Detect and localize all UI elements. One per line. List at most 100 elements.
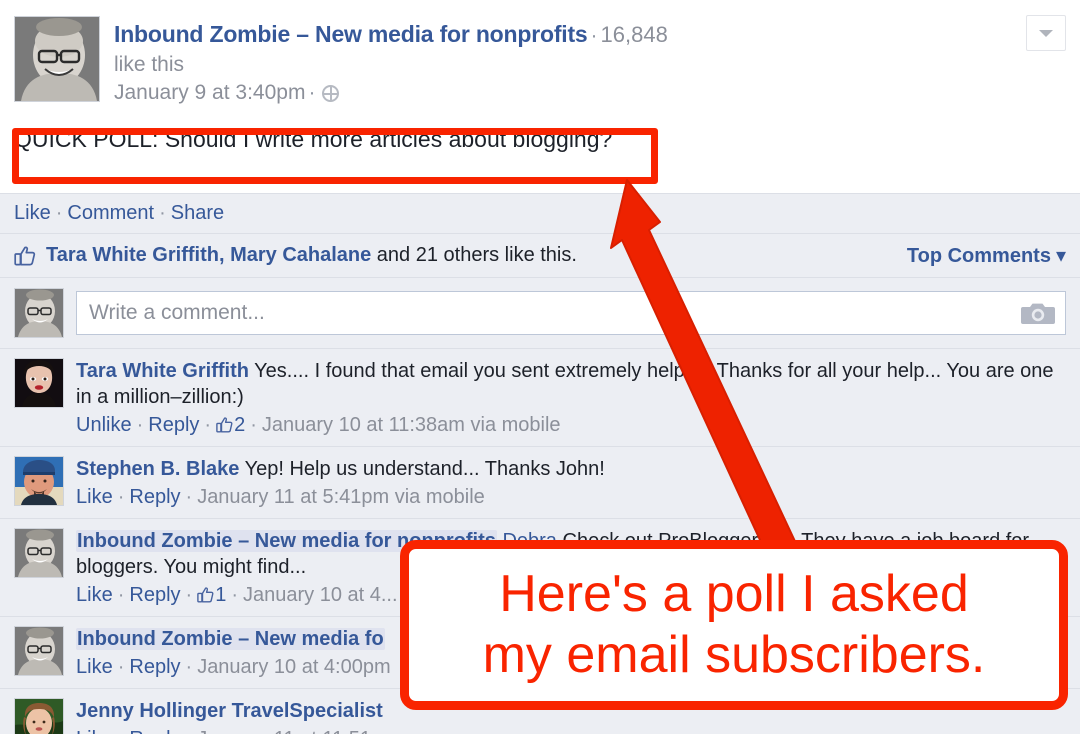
likes-names: Tara White Griffith, Mary Cahalane and 2… bbox=[46, 244, 907, 267]
comment-item: Jenny Hollinger TravelSpecialist Like·Re… bbox=[0, 688, 1080, 734]
avatar[interactable] bbox=[14, 626, 64, 677]
post-title-line: Inbound Zombie – New media for nonprofit… bbox=[114, 19, 1066, 50]
avatar[interactable] bbox=[14, 16, 100, 102]
meta-separator-2: · bbox=[185, 486, 193, 509]
meta-separator-1: · bbox=[117, 656, 125, 679]
comment-author[interactable]: Stephen B. Blake bbox=[76, 458, 239, 480]
meta-separator-2: · bbox=[185, 584, 193, 607]
comment-meta: Like·Reply·January 11 at 11:51am bbox=[76, 726, 1066, 734]
chevron-down-icon: ▾ bbox=[1055, 245, 1066, 268]
comment-reply-button[interactable]: Reply bbox=[129, 486, 180, 508]
comment-reply-button[interactable]: Reply bbox=[148, 414, 199, 436]
comment-like-button[interactable]: Like bbox=[76, 728, 113, 734]
meta-separator-1: · bbox=[113, 728, 130, 734]
comment-text-line: Jenny Hollinger TravelSpecialist bbox=[76, 698, 1066, 724]
post-like-button[interactable]: Like bbox=[14, 202, 51, 224]
facebook-post-screenshot: Inbound Zombie – New media for nonprofit… bbox=[0, 0, 1080, 734]
comment-text: Yep! Help us understand... Thanks John! bbox=[244, 458, 605, 481]
post-share-button[interactable]: Share bbox=[171, 202, 224, 224]
comment-mention[interactable]: Debra bbox=[502, 530, 556, 552]
timestamp-separator: · bbox=[308, 81, 316, 105]
avatar[interactable] bbox=[14, 528, 64, 579]
comment-reply-button[interactable]: Reply bbox=[129, 728, 180, 734]
profile-photo-commenter bbox=[15, 457, 63, 506]
avatar[interactable] bbox=[14, 358, 64, 409]
profile-photo-commenter bbox=[15, 699, 63, 734]
comment-meta: Like · Reply · 1 · January 10 at 4... bbox=[76, 582, 1066, 608]
comment-sort-label: Top Comments bbox=[906, 245, 1051, 268]
comment-reply-button[interactable]: Reply bbox=[129, 656, 180, 678]
meta-separator-3: · bbox=[250, 414, 257, 437]
comment-like-button[interactable]: Unlike bbox=[76, 414, 132, 436]
chevron-down-icon bbox=[1039, 29, 1053, 37]
post-timestamp-line: January 9 at 3:40pm · bbox=[114, 79, 1066, 107]
meta-separator-1: · bbox=[136, 414, 144, 437]
post-options-button[interactable] bbox=[1026, 15, 1066, 51]
comment-item: Tara White Griffith Yes.... I found that… bbox=[0, 348, 1080, 447]
meta-separator-2: · bbox=[185, 656, 193, 679]
comment-like-button[interactable]: Like bbox=[76, 656, 113, 678]
page-name-link[interactable]: Inbound Zombie – New media for nonprofit… bbox=[114, 21, 588, 47]
comment-content: Inbound Zombie – New media fo Like · Reply… bbox=[76, 626, 1066, 680]
comment-item: Stephen B. Blake Yep! Help us understand… bbox=[0, 446, 1080, 519]
thumbs-up-icon bbox=[216, 414, 233, 433]
comment-author[interactable]: Inbound Zombie – New media for nonprofit… bbox=[76, 530, 497, 553]
comment-item: Inbound Zombie – New media for nonprofit… bbox=[0, 518, 1080, 617]
globe-icon bbox=[322, 85, 340, 103]
comment-author[interactable]: Jenny Hollinger TravelSpecialist bbox=[76, 700, 383, 722]
comment-input-wrapper[interactable]: Write a comment... bbox=[76, 291, 1066, 336]
post-action-row: Like · Comment · Share bbox=[0, 193, 1080, 234]
comment-content: Jenny Hollinger TravelSpecialist Like·Re… bbox=[76, 698, 1066, 734]
thumbs-up-icon bbox=[14, 246, 36, 266]
comment-sort-selector[interactable]: Top Comments ▾ bbox=[907, 243, 1066, 268]
likes-tail: and 21 others like this. bbox=[371, 244, 577, 267]
comment-text-line: Tara White Griffith Yes.... I found that… bbox=[76, 358, 1066, 410]
comment-text-line: Inbound Zombie – New media fo bbox=[76, 626, 1066, 652]
action-separator-2: · bbox=[159, 202, 166, 225]
comment-input[interactable]: Write a comment... bbox=[77, 301, 1021, 325]
meta-separator-1: · bbox=[117, 584, 125, 607]
comment-meta: Like · Reply · January 10 at 4:00pm bbox=[76, 654, 1066, 680]
title-separator: · bbox=[590, 24, 598, 47]
comment-meta: Like · Reply · January 11 at 5:41pm via mobi… bbox=[76, 484, 1066, 510]
likes-summary-row: Tara White Griffith, Mary Cahalane and 2… bbox=[0, 233, 1080, 278]
comment-reply-button[interactable]: Reply bbox=[129, 584, 180, 606]
meta-separator-2: · bbox=[204, 414, 212, 437]
comment-timestamp[interactable]: January 11 at 5:41pm via mobile bbox=[197, 486, 485, 508]
post-header-text: Inbound Zombie – New media for nonprofit… bbox=[114, 16, 1066, 107]
comment-like-count: 1 bbox=[215, 584, 227, 607]
comment-composer-row: Write a comment... bbox=[0, 277, 1080, 349]
avatar[interactable] bbox=[14, 288, 64, 339]
profile-photo-self bbox=[15, 289, 63, 338]
action-separator-1: · bbox=[55, 202, 63, 225]
likes-name-list[interactable]: Tara White Griffith, Mary Cahalane bbox=[46, 244, 371, 266]
avatar[interactable] bbox=[14, 456, 64, 507]
profile-photo-page bbox=[15, 17, 99, 101]
meta-separator-1: · bbox=[117, 486, 125, 509]
comment-author[interactable]: Tara White Griffith bbox=[76, 360, 249, 382]
post-header: Inbound Zombie – New media for nonprofit… bbox=[0, 0, 1080, 116]
comment-like-button[interactable]: Like bbox=[76, 486, 113, 508]
avatar[interactable] bbox=[14, 698, 64, 734]
camera-icon[interactable] bbox=[1021, 300, 1055, 326]
post-comment-button[interactable]: Comment bbox=[67, 202, 154, 224]
comment-content: Stephen B. Blake Yep! Help us understand… bbox=[76, 456, 1066, 510]
comment-like-button[interactable]: Like bbox=[76, 584, 113, 606]
comment-timestamp[interactable]: January 11 at 11:51am bbox=[197, 728, 399, 734]
comment-timestamp[interactable]: January 10 at 11:38am via mobile bbox=[262, 414, 561, 436]
comment-text-line: Stephen B. Blake Yep! Help us understand… bbox=[76, 456, 1066, 482]
comment-content: Inbound Zombie – New media for nonprofit… bbox=[76, 528, 1066, 608]
comment-meta: Unlike · Reply · 2 · January 10 at 11:38am via… bbox=[76, 412, 1066, 438]
comment-text-line: Inbound Zombie – New media for nonprofit… bbox=[76, 528, 1066, 580]
comment-item: Inbound Zombie – New media fo Like · Reply… bbox=[0, 616, 1080, 689]
meta-separator-3: · bbox=[231, 584, 238, 607]
post-body: QUICK POLL: Should I write more articles… bbox=[0, 115, 1080, 194]
meta-separator-2: · bbox=[181, 728, 198, 734]
comment-author[interactable]: Inbound Zombie – New media fo bbox=[76, 628, 385, 651]
comment-timestamp[interactable]: January 10 at 4:00pm bbox=[197, 656, 390, 678]
comment-timestamp[interactable]: January 10 at 4... bbox=[243, 584, 398, 606]
post-timestamp[interactable]: January 9 at 3:40pm bbox=[114, 81, 305, 104]
comment-like-count: 2 bbox=[234, 414, 246, 437]
like-count: 16,848 bbox=[600, 22, 668, 47]
post-message: QUICK POLL: Should I write more articles… bbox=[14, 126, 613, 153]
